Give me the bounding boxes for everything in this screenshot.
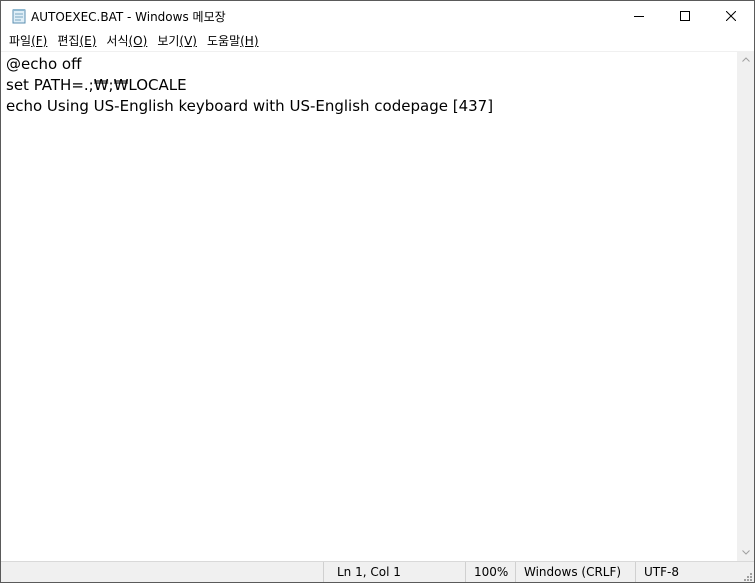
scroll-up-button[interactable] [737, 51, 754, 68]
menu-file-mnemonic: (F) [31, 34, 48, 48]
chevron-down-icon [741, 550, 750, 555]
menu-format-mnemonic: (O) [128, 34, 148, 48]
title-bar[interactable]: AUTOEXEC.BAT - Windows 메모장 [1, 1, 754, 31]
editor-line: @echo off [6, 55, 82, 73]
status-zoom: 100% [465, 562, 515, 582]
status-line-ending: Windows (CRLF) [515, 562, 635, 582]
menu-file[interactable]: 파일(F) [4, 31, 52, 51]
text-editor[interactable]: @echo off set PATH=.;₩;₩LOCALE echo Using … [1, 51, 737, 561]
editor-content[interactable]: @echo off set PATH=.;₩;₩LOCALE echo Using … [6, 54, 493, 117]
maximize-icon [680, 11, 690, 21]
notepad-icon [11, 8, 27, 24]
editor-line: echo Using US-English keyboard with US-E… [6, 97, 494, 115]
menu-help[interactable]: 도움말(H) [202, 31, 264, 51]
menu-edit[interactable]: 편집(E) [52, 31, 101, 51]
menu-edit-mnemonic: (E) [79, 34, 97, 48]
status-encoding: UTF-8 [635, 562, 754, 582]
status-cursor-position: Ln 1, Col 1 [323, 562, 465, 582]
minimize-icon [634, 16, 644, 17]
menu-format[interactable]: 서식(O) [101, 31, 152, 51]
status-bar: Ln 1, Col 1 100% Windows (CRLF) UTF-8 [1, 561, 754, 582]
menu-view-label: 보기 [157, 34, 180, 48]
notepad-window: AUTOEXEC.BAT - Windows 메모장 파일(F) 편집(E) 서… [0, 0, 755, 583]
chevron-up-icon [741, 57, 750, 62]
menu-file-label: 파일 [9, 34, 32, 48]
close-icon [726, 11, 736, 21]
menu-bar: 파일(F) 편집(E) 서식(O) 보기(V) 도움말(H) [1, 31, 754, 51]
menu-edit-label: 편집 [57, 34, 80, 48]
resize-grip-icon[interactable] [742, 570, 752, 581]
maximize-button[interactable] [662, 1, 708, 31]
menu-view[interactable]: 보기(V) [152, 31, 202, 51]
menu-format-label: 서식 [106, 34, 129, 48]
scroll-down-button[interactable] [737, 544, 754, 561]
vertical-scrollbar[interactable] [737, 51, 754, 561]
editor-line: set PATH=.;₩;₩LOCALE [6, 76, 187, 94]
menu-help-mnemonic: (H) [240, 34, 259, 48]
menu-help-label: 도움말 [206, 34, 241, 48]
minimize-button[interactable] [616, 1, 662, 31]
close-button[interactable] [708, 1, 754, 31]
window-title: AUTOEXEC.BAT - Windows 메모장 [31, 10, 226, 24]
menu-view-mnemonic: (V) [179, 34, 197, 48]
